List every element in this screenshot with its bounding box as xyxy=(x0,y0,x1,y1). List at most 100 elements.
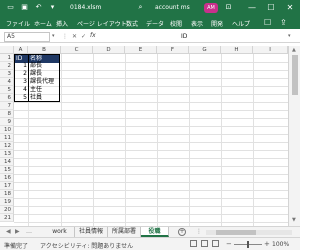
row-header[interactable]: 10 xyxy=(0,126,14,134)
column-header-g[interactable]: G xyxy=(189,46,221,54)
gridline xyxy=(14,158,288,159)
expand-formula-bar-icon[interactable]: ▾ xyxy=(288,33,291,39)
gridline xyxy=(14,206,288,207)
next-sheet-icon[interactable]: ▶ xyxy=(15,228,20,235)
maximize-button[interactable]: ☐ xyxy=(265,2,277,14)
column-header-c[interactable]: C xyxy=(61,46,93,54)
row-header[interactable]: 4 xyxy=(0,78,14,86)
row-header[interactable]: 12 xyxy=(0,142,14,150)
column-header-i[interactable]: I xyxy=(253,46,288,54)
sheet-tab-employee-info[interactable]: 社員情報 xyxy=(75,227,108,237)
tab-file[interactable]: ファイル xyxy=(6,19,30,28)
tab-data[interactable]: データ xyxy=(146,19,164,28)
gridline xyxy=(14,198,288,199)
zoom-out-icon[interactable]: − xyxy=(226,240,232,248)
minimize-button[interactable]: — xyxy=(246,2,258,14)
row-header[interactable]: 6 xyxy=(0,94,14,102)
tab-developer[interactable]: 開発 xyxy=(211,19,223,28)
scroll-thumb[interactable] xyxy=(216,230,256,235)
more-sheets-icon[interactable]: … xyxy=(26,228,32,235)
sheet-tab-work[interactable]: work xyxy=(45,227,75,237)
share-icon[interactable]: ⇪ xyxy=(280,18,287,27)
autosave-icon[interactable]: ▭ xyxy=(6,3,15,12)
scroll-thumb[interactable] xyxy=(292,55,298,95)
insert-function-icon[interactable]: fx xyxy=(90,32,96,39)
save-icon[interactable]: ▣ xyxy=(20,3,29,12)
tab-page-layout[interactable]: ページ レイアウト xyxy=(77,19,127,28)
tab-insert[interactable]: 挿入 xyxy=(56,19,68,28)
column-header-b[interactable]: B xyxy=(28,46,61,54)
select-all-corner[interactable] xyxy=(0,46,14,54)
row-header[interactable]: 2 xyxy=(0,62,14,70)
row-header[interactable]: 21 xyxy=(0,214,14,222)
enter-icon[interactable]: ✓ xyxy=(81,33,86,40)
row-header[interactable]: 14 xyxy=(0,158,14,166)
prev-sheet-icon[interactable]: ◀ xyxy=(6,228,11,235)
tab-help[interactable]: ヘルプ xyxy=(232,19,250,28)
column-header-f[interactable]: F xyxy=(157,46,189,54)
tab-home[interactable]: ホーム xyxy=(34,19,52,28)
undo-icon[interactable]: ↶ xyxy=(34,3,43,12)
comment-icon[interactable]: ☐ xyxy=(264,18,271,27)
row-header[interactable]: 11 xyxy=(0,134,14,142)
gridline xyxy=(14,110,288,111)
scroll-up-icon[interactable]: ▲ xyxy=(292,47,296,53)
gridline xyxy=(14,174,288,175)
gridline xyxy=(14,214,288,215)
gridline xyxy=(221,54,222,226)
search-icon[interactable]: ⌕ xyxy=(136,3,145,12)
column-header-e[interactable]: E xyxy=(125,46,157,54)
vertical-scrollbar[interactable]: ▲ ▼ xyxy=(288,46,300,226)
account-name[interactable]: account ms xyxy=(155,4,190,11)
accessibility-status[interactable]: アクセシビリティ: 問題ありません xyxy=(40,241,133,250)
normal-view-icon[interactable] xyxy=(190,240,197,247)
sheet-tab-department[interactable]: 所属部署 xyxy=(108,227,141,237)
window-title: 0184.xlsm xyxy=(70,4,102,11)
gridline xyxy=(61,54,62,226)
row-header[interactable]: 8 xyxy=(0,110,14,118)
tab-view[interactable]: 表示 xyxy=(191,19,203,28)
zoom-level[interactable]: 100% xyxy=(272,241,289,248)
tab-formulas[interactable]: 数式 xyxy=(126,19,138,28)
close-button[interactable]: ✕ xyxy=(284,2,296,14)
page-layout-view-icon[interactable] xyxy=(201,240,208,247)
more-icon: ⋮ xyxy=(196,228,202,235)
formula-input[interactable]: ID xyxy=(181,32,281,42)
quick-access-dropdown-icon[interactable]: ▾ xyxy=(48,3,57,12)
tab-review[interactable]: 校閲 xyxy=(170,19,182,28)
page-break-view-icon[interactable] xyxy=(212,240,219,247)
row-header[interactable]: 20 xyxy=(0,206,14,214)
column-header-d[interactable]: D xyxy=(93,46,125,54)
row-header[interactable]: 3 xyxy=(0,70,14,78)
row-header[interactable]: 19 xyxy=(0,198,14,206)
row-header[interactable]: 16 xyxy=(0,174,14,182)
status-bar: 準備完了 アクセシビリティ: 問題ありません − + 100% xyxy=(0,237,300,250)
row-header[interactable]: 15 xyxy=(0,166,14,174)
row-header[interactable]: 9 xyxy=(0,118,14,126)
column-header-a[interactable]: A xyxy=(14,46,28,54)
formula-bar: A5 ▾ ⋮ ✕ ✓ fx ID ▾ xyxy=(0,31,300,43)
gridline xyxy=(14,126,288,127)
name-box[interactable]: A5 xyxy=(4,32,50,42)
scroll-down-icon[interactable]: ▼ xyxy=(292,217,296,223)
ribbon-display-icon[interactable]: ⊡ xyxy=(224,3,233,12)
row-header[interactable]: 7 xyxy=(0,102,14,110)
worksheet-grid[interactable]: A B C D E F G H I 1 2 3 4 5 6 7 8 9 10 1… xyxy=(0,46,288,226)
sheet-tab-position[interactable]: 役職 xyxy=(141,227,169,237)
cancel-icon[interactable]: ✕ xyxy=(72,33,77,40)
zoom-slider-handle[interactable] xyxy=(247,241,249,248)
row-header[interactable]: 1 xyxy=(0,54,14,62)
gridline xyxy=(14,190,288,191)
avatar[interactable]: AM xyxy=(204,3,218,13)
add-sheet-icon[interactable]: + xyxy=(178,228,186,236)
row-header[interactable]: 18 xyxy=(0,190,14,198)
row-header[interactable]: 13 xyxy=(0,150,14,158)
row-header[interactable]: 5 xyxy=(0,86,14,94)
zoom-in-icon[interactable]: + xyxy=(264,240,270,248)
row-header[interactable]: 17 xyxy=(0,182,14,190)
gridline xyxy=(14,142,288,143)
title-bar: ▭ ▣ ↶ ▾ 0184.xlsm ⌕ account ms AM ⊡ — ☐ … xyxy=(0,0,300,16)
table-border xyxy=(14,54,60,102)
name-box-dropdown-icon[interactable]: ▾ xyxy=(52,33,55,39)
column-header-h[interactable]: H xyxy=(221,46,253,54)
